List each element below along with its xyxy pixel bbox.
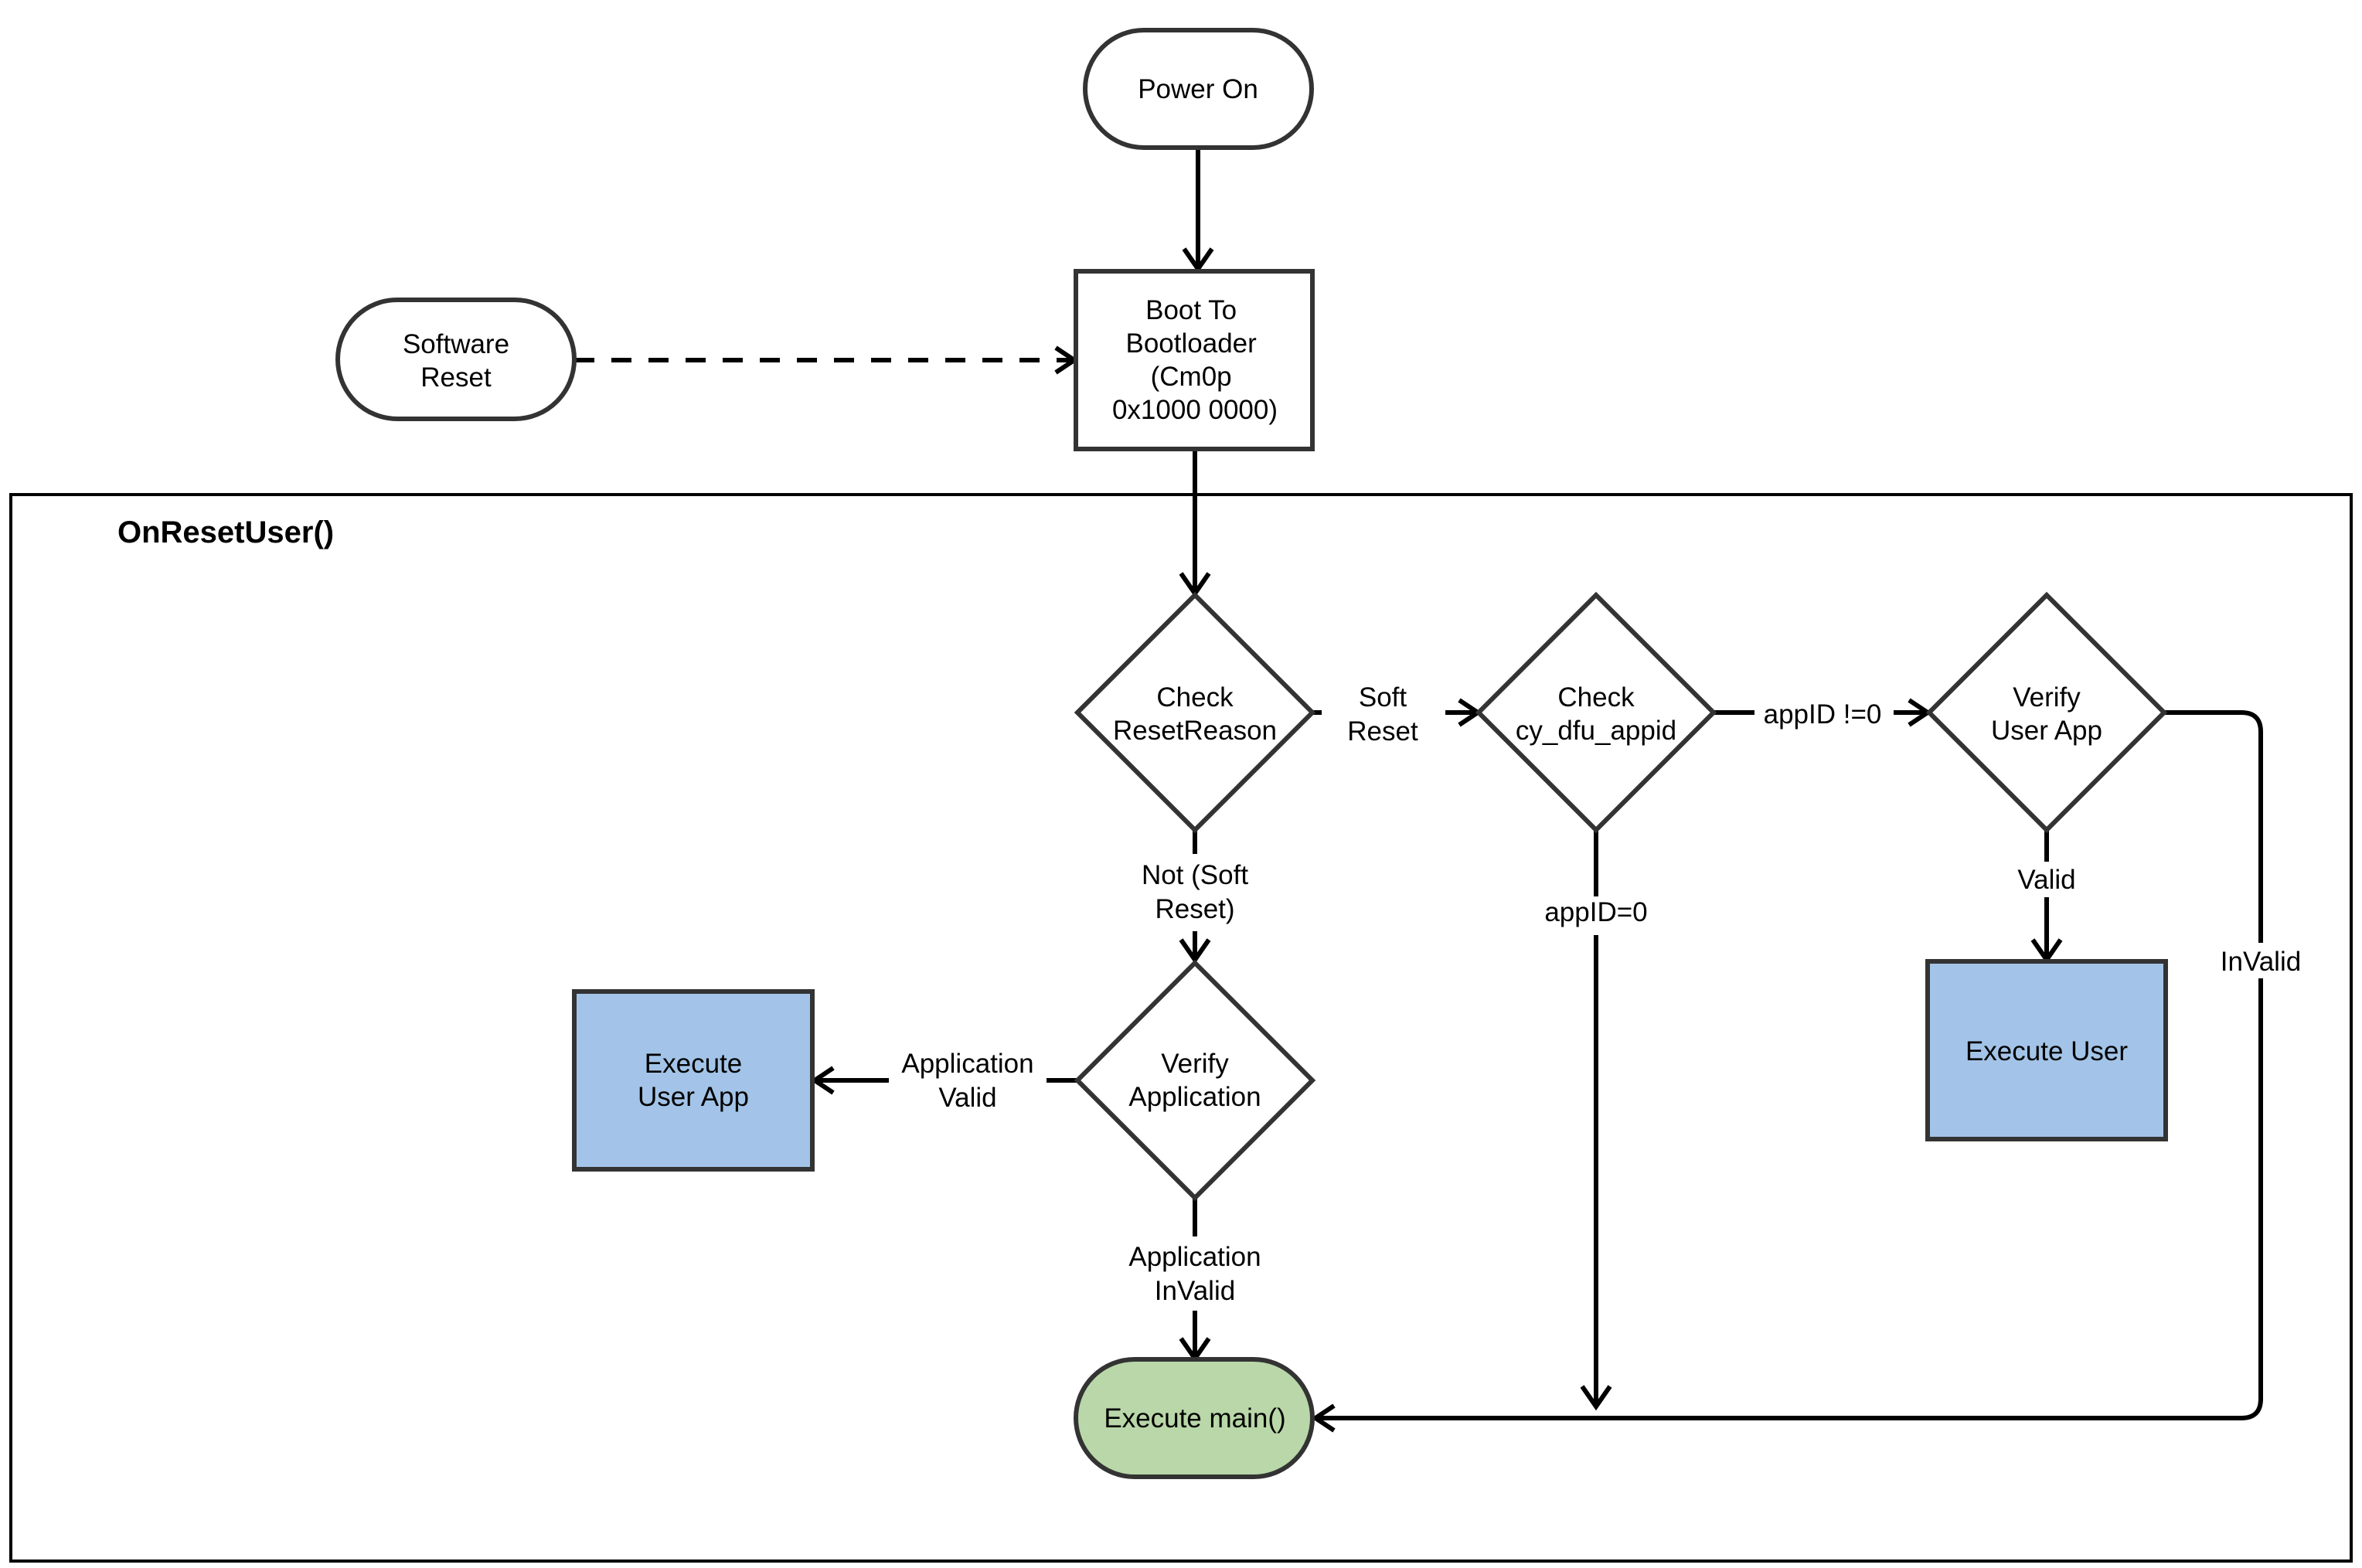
node-check-resetreason: Check ResetReason — [1074, 591, 1316, 834]
label-appid-nonzero: appID !=0 — [1764, 699, 1882, 730]
node-verify-application: Verify Application — [1074, 959, 1316, 1202]
node-execute-main: Execute main() — [1074, 1357, 1315, 1479]
svg-text:Execute main(): Execute main() — [1104, 1403, 1285, 1434]
node-software-reset: Software Reset — [335, 298, 577, 421]
node-verify-user-app: Verify User App — [1925, 591, 2168, 834]
node-check-appid: Check cy_dfu_appid — [1475, 591, 1717, 834]
label-valid: Valid — [2017, 865, 2075, 895]
node-boot-to-bootloader: Boot To Bootloader (Cm0p 0x1000 0000) — [1074, 269, 1315, 451]
frame-title: OnResetUser() — [117, 515, 334, 549]
node-power-on: Power On — [1083, 28, 1314, 150]
flowchart: OnResetUser() Soft Reset appID !=0 Not (… — [9, 28, 2353, 1563]
svg-text:Power On: Power On — [1138, 74, 1258, 104]
node-execute-user: Execute User — [1925, 959, 2168, 1141]
label-appid-zero: appID=0 — [1544, 897, 1647, 927]
label-invalid: InValid — [2221, 947, 2301, 977]
svg-text:Execute User: Execute User — [1965, 1036, 2128, 1066]
node-execute-user-app: Execute User App — [572, 989, 815, 1172]
